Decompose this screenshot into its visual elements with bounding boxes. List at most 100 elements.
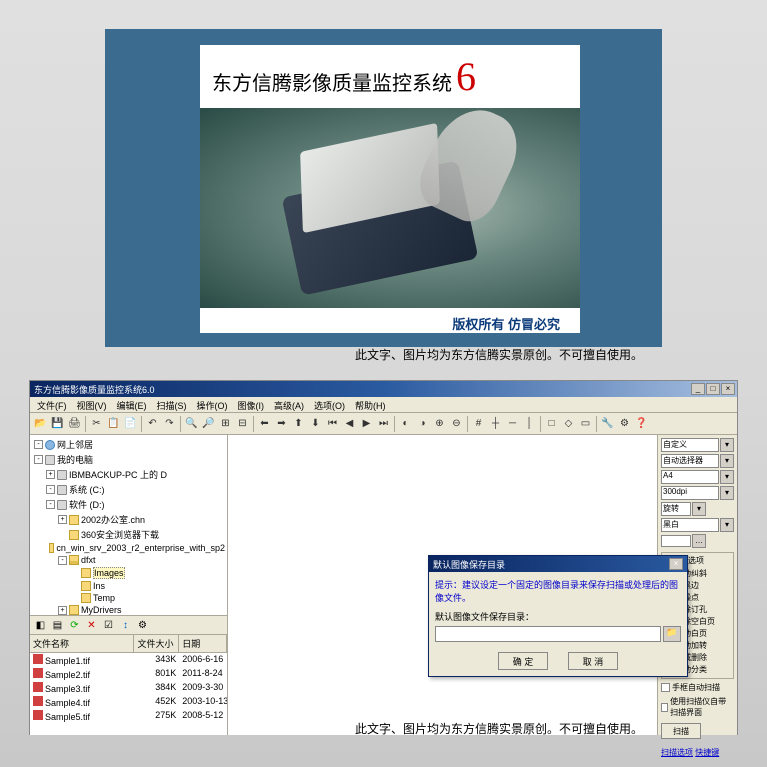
toolbar-btn-37[interactable]: ▭ [577,415,594,432]
select-all-button[interactable]: ☑ [101,618,116,633]
delete-button[interactable]: ✕ [84,618,99,633]
dropdown-icon[interactable]: ▾ [720,518,734,532]
toolbar-btn-22[interactable]: ▶ [358,415,375,432]
toolbar-btn-27[interactable]: ⊕ [431,415,448,432]
tree-item[interactable]: -网上邻居 [32,437,225,452]
toolbar-btn-0[interactable]: 📂 [32,415,49,432]
toolbar-btn-39[interactable]: 🔧 [599,415,616,432]
toolbar-btn-2[interactable]: 🖨 [66,415,83,432]
dropdown-icon[interactable]: ▾ [720,470,734,484]
folder-tree[interactable]: -网上邻居-我的电脑+IBMBACKUP-PC 上的 D-系统 (C:)-软件 … [30,435,227,615]
browse-button[interactable]: 📁 [663,626,681,642]
tree-item[interactable]: 360安全浏览器下载 [32,527,225,542]
toolbar-btn-32[interactable]: ─ [504,415,521,432]
menu-item-8[interactable]: 帮助(H) [350,397,391,412]
tree-item[interactable]: +IBMBACKUP-PC 上的 D [32,467,225,482]
file-row[interactable]: Sample4.tif452K2003-10-13 [30,695,227,709]
ok-button[interactable]: 确 定 [498,652,548,670]
tree-item[interactable]: +2002办公室.chn [32,512,225,527]
tree-item[interactable]: -我的电脑 [32,452,225,467]
dropdown-icon[interactable]: ▾ [720,486,734,500]
expander-icon[interactable]: - [46,500,55,509]
toolbar-btn-9[interactable]: ↷ [161,415,178,432]
expander-icon[interactable]: + [46,470,55,479]
checkbox[interactable] [661,683,670,692]
toolbar-btn-21[interactable]: ◀ [341,415,358,432]
tree-item[interactable]: Temp [32,592,225,604]
menu-item-6[interactable]: 高级(A) [269,397,309,412]
toolbar-btn-4[interactable]: ✂ [88,415,105,432]
menu-item-5[interactable]: 图像(I) [233,397,270,412]
tree-item[interactable]: +MyDrivers [32,604,225,615]
tree-item[interactable]: Images [32,566,225,580]
toolbar-btn-13[interactable]: ⊞ [217,415,234,432]
scan-select-3[interactable]: 300dpi [661,486,719,500]
cancel-button[interactable]: 取 消 [568,652,618,670]
toolbar-btn-16[interactable]: ⬅ [256,415,273,432]
toolbar-btn-14[interactable]: ⊟ [234,415,251,432]
scan-select-0[interactable]: 自定义 [661,438,719,452]
toolbar-btn-41[interactable]: ❓ [633,415,650,432]
tree-item[interactable]: Ins [32,580,225,592]
column-header[interactable]: 日期 [179,635,227,652]
menu-item-1[interactable]: 视图(V) [72,397,112,412]
toolbar-btn-25[interactable]: ◐ [397,415,414,432]
sort-button[interactable]: ↕ [118,618,133,633]
view-thumb-button[interactable]: ◧ [33,618,48,633]
file-row[interactable]: Sample3.tif384K2009-3-30 [30,681,227,695]
file-list[interactable]: 文件名称文件大小日期 Sample1.tif343K2006-6-16Sampl… [30,635,227,735]
scan-button[interactable]: 扫描 [661,723,701,739]
toolbar-btn-40[interactable]: ⚙ [616,415,633,432]
expander-icon[interactable]: + [58,515,67,524]
toolbar-btn-17[interactable]: ➡ [273,415,290,432]
toolbar-btn-23[interactable]: ⏭ [375,415,392,432]
color-swatch[interactable] [661,535,691,547]
toolbar-btn-30[interactable]: # [470,415,487,432]
menu-item-4[interactable]: 操作(O) [192,397,233,412]
file-row[interactable]: Sample5.tif275K2008-5-12 [30,709,227,723]
menu-item-2[interactable]: 编辑(E) [112,397,152,412]
expander-icon[interactable]: - [34,455,43,464]
options-link[interactable]: 扫描选项 [661,747,693,758]
toolbar-btn-35[interactable]: □ [543,415,560,432]
toolbar-btn-6[interactable]: 📄 [122,415,139,432]
tree-item[interactable]: cn_win_srv_2003_r2_enterprise_with_sp2 [32,542,225,554]
options-link[interactable]: 快捷键 [695,747,719,758]
dropdown-icon[interactable]: ▾ [692,502,706,516]
file-row[interactable]: Sample2.tif801K2011-8-24 [30,667,227,681]
dropdown-icon[interactable]: ▾ [720,438,734,452]
toolbar-btn-31[interactable]: ┼ [487,415,504,432]
expander-icon[interactable]: - [58,556,67,565]
tree-item[interactable]: -软件 (D:) [32,497,225,512]
maximize-button[interactable]: □ [706,383,720,395]
toolbar-btn-1[interactable]: 💾 [49,415,66,432]
toolbar-btn-11[interactable]: 🔍 [183,415,200,432]
column-header[interactable]: 文件名称 [30,635,134,652]
toolbar-btn-8[interactable]: ↶ [144,415,161,432]
toolbar-btn-26[interactable]: ◑ [414,415,431,432]
color-pick-button[interactable]: … [692,534,706,548]
menu-item-3[interactable]: 扫描(S) [152,397,192,412]
close-button[interactable]: × [721,383,735,395]
toolbar-btn-5[interactable]: 📋 [105,415,122,432]
menu-item-0[interactable]: 文件(F) [32,397,72,412]
color-mode[interactable]: 黑白 [661,518,719,532]
minimize-button[interactable]: _ [691,383,705,395]
checkbox[interactable] [661,703,668,712]
rotate-select[interactable]: 旋转 [661,502,691,516]
dialog-close-button[interactable]: × [669,558,683,570]
view-list-button[interactable]: ▤ [50,618,65,633]
scan-select-1[interactable]: 自动选择器 [661,454,719,468]
refresh-button[interactable]: ⟳ [67,618,82,633]
toolbar-btn-20[interactable]: ⏮ [324,415,341,432]
expander-icon[interactable]: - [46,485,55,494]
dropdown-icon[interactable]: ▾ [720,454,734,468]
expander-icon[interactable]: + [58,606,67,615]
toolbar-btn-18[interactable]: ⬆ [290,415,307,432]
toolbar-btn-36[interactable]: ◇ [560,415,577,432]
tree-item[interactable]: -系统 (C:) [32,482,225,497]
tree-item[interactable]: -dfxt [32,554,225,566]
save-dir-input[interactable] [435,626,661,642]
expander-icon[interactable]: - [34,440,43,449]
toolbar-btn-28[interactable]: ⊖ [448,415,465,432]
